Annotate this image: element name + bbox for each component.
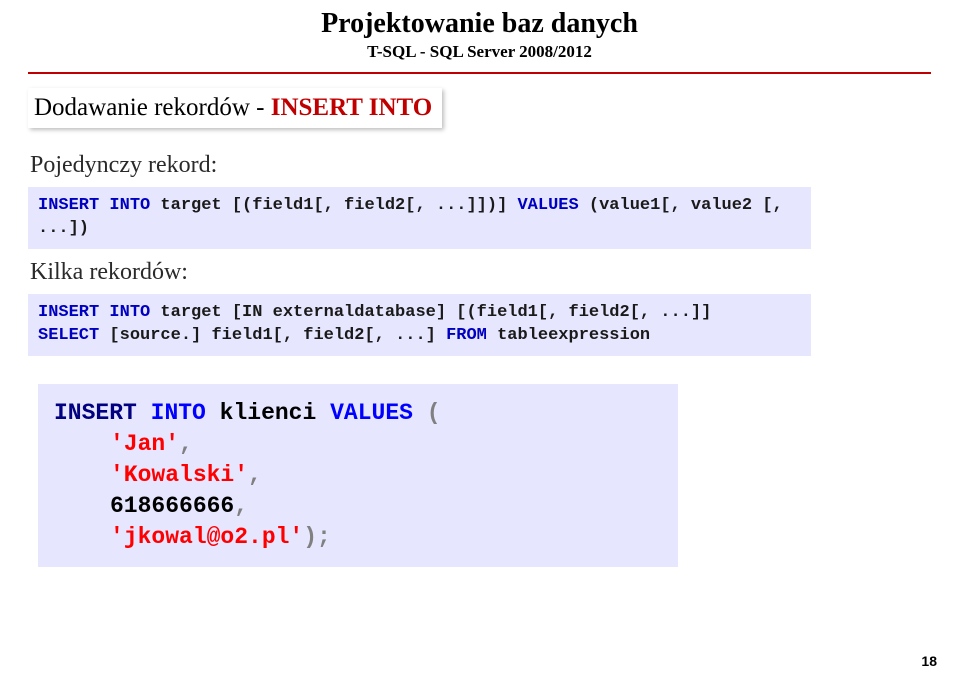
- slide-header: Projektowanie baz danych T-SQL - SQL Ser…: [28, 8, 931, 62]
- section-prefix: Dodawanie rekordów -: [34, 94, 271, 121]
- kw-values: VALUES: [517, 196, 588, 215]
- subtitle: T-SQL - SQL Server 2008/2012: [28, 42, 931, 62]
- comma: ,: [179, 431, 193, 457]
- code-syntax-multiple: INSERT INTO target [IN externaldatabase]…: [28, 294, 811, 356]
- comma: ,: [248, 462, 262, 488]
- comma: ,: [234, 493, 248, 519]
- kw-insert: INSERT: [54, 400, 137, 426]
- string-literal: 'Jan': [110, 431, 179, 457]
- page-number: 18: [921, 653, 937, 669]
- section-highlight: INSERT INTO: [271, 94, 432, 121]
- label-multiple-records: Kilka rekordów:: [28, 259, 931, 286]
- code-text: target [IN externaldatabase] [(field1[, …: [160, 303, 711, 322]
- kw-from: FROM: [446, 326, 487, 345]
- table-name: klienci: [220, 400, 317, 426]
- code-syntax-single: INSERT INTO target [(field1[, field2[, .…: [28, 187, 811, 249]
- number-literal: 618666666: [110, 493, 234, 519]
- kw-select: SELECT: [38, 326, 109, 345]
- main-title: Projektowanie baz danych: [28, 8, 931, 40]
- section-title: Dodawanie rekordów - INSERT INTO: [34, 94, 432, 121]
- paren: (: [427, 400, 441, 426]
- paren-close: );: [303, 524, 331, 550]
- kw-into: INTO: [151, 400, 206, 426]
- kw-insert-into: INSERT INTO: [38, 303, 160, 322]
- code-text: [source.] field1[, field2[, ...]: [109, 326, 446, 345]
- label-single-record: Pojedynczy rekord:: [28, 152, 931, 179]
- code-example: INSERT INTO klienci VALUES ( 'Jan', 'Kow…: [38, 384, 678, 567]
- code-text: target [(field1[, field2[, ...]])]: [160, 196, 517, 215]
- string-literal: 'jkowal@o2.pl': [110, 524, 303, 550]
- code-text: tableexpression: [487, 326, 650, 345]
- kw-values: VALUES: [330, 400, 413, 426]
- section-title-box: Dodawanie rekordów - INSERT INTO: [28, 88, 442, 128]
- string-literal: 'Kowalski': [110, 462, 248, 488]
- kw-insert-into: INSERT INTO: [38, 196, 160, 215]
- divider: [28, 72, 931, 74]
